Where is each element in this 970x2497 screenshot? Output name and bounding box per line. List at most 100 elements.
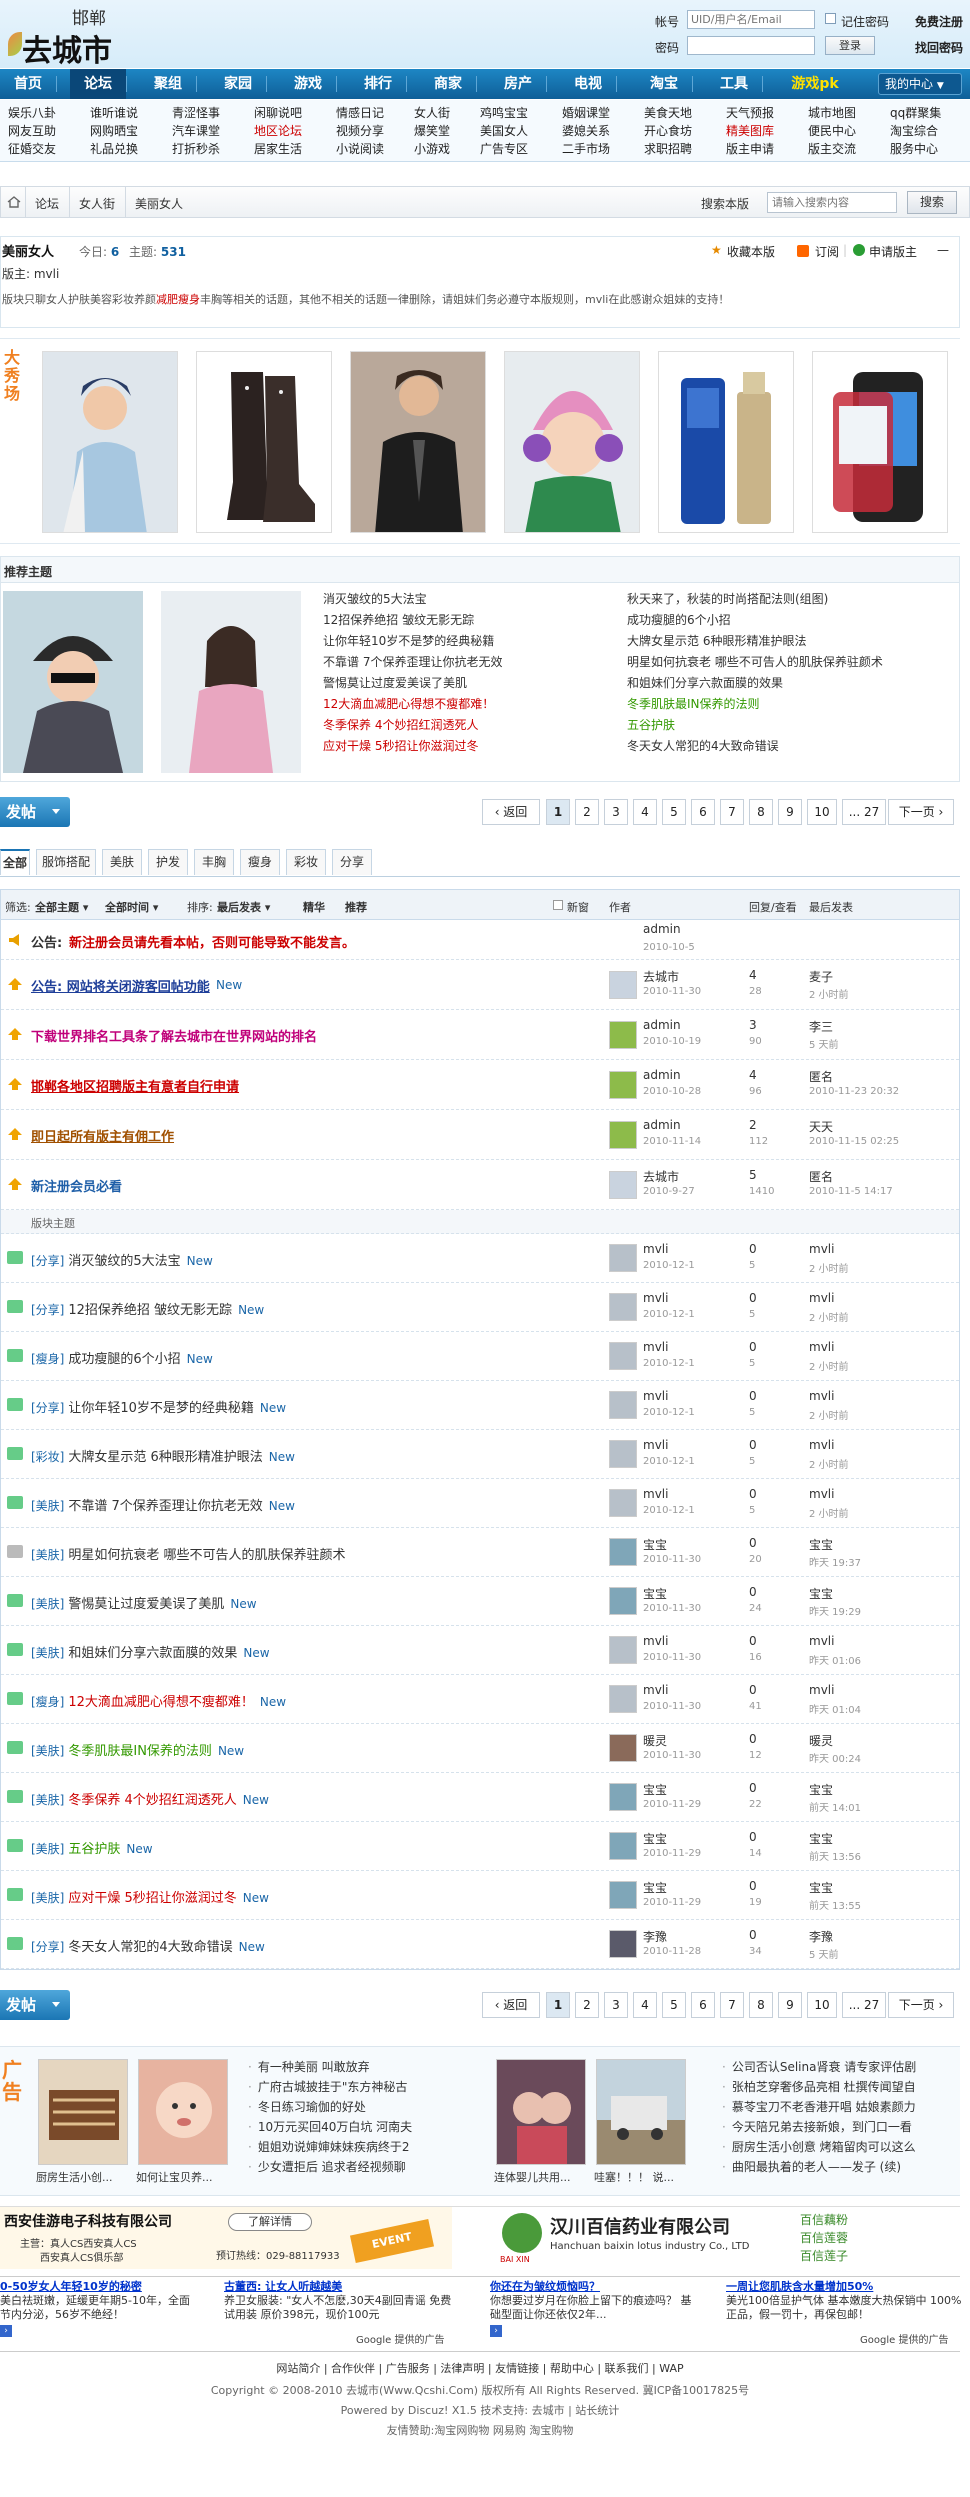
subnav-link[interactable]: 地区论坛 — [254, 122, 302, 140]
subnav-link[interactable]: 女人街 — [414, 104, 450, 122]
page-link[interactable]: 3 — [604, 1992, 628, 2018]
bottom-link[interactable]: · 公司否认Selina肾衰 请专家评估剧 — [722, 2057, 916, 2077]
thread-title[interactable]: 明星如何抗衰老 哪些不可告人的肌肤保养驻颜术 — [68, 1548, 345, 1563]
subnav-link[interactable]: 求职招聘 — [644, 140, 692, 158]
search-button[interactable]: 搜索 — [907, 191, 957, 214]
page-link[interactable]: 10 — [807, 1992, 837, 2018]
avatar[interactable] — [609, 1734, 637, 1762]
page-link[interactable]: 3 — [604, 799, 628, 825]
table-row[interactable]: [分享] 让你年轻10岁不是梦的经典秘籍 New mvli 2010-12-1 0 5 mvl… — [1, 1381, 959, 1430]
page-link[interactable]: 10 — [807, 799, 837, 825]
bottom-link-text[interactable]: 公司否认Selina肾衰 请专家评估剧 — [732, 2060, 916, 2074]
last-poster[interactable]: mvli — [809, 1438, 834, 1452]
subnav-link[interactable]: 二手市场 — [562, 140, 610, 158]
thread-title[interactable]: 即日起所有版主有佣工作 — [31, 1126, 174, 1145]
page-link[interactable]: 9 — [778, 1992, 802, 2018]
subnav-link[interactable]: 青涩怪事 — [172, 104, 220, 122]
bottom-link[interactable]: · 10万元买回40万白坑 河南夫 — [248, 2117, 412, 2137]
bottom-link-text[interactable]: 张柏芝穿奢侈品亮相 杜撰传闻望自 — [732, 2080, 916, 2094]
avatar[interactable] — [609, 1342, 637, 1370]
bottom-link[interactable]: · 慕苓宝刀不老香港开唱 姑娘素颜力 — [722, 2097, 916, 2117]
last-poster[interactable]: 宝宝 — [809, 1536, 833, 1553]
subnav-link[interactable]: 鸡鸣宝宝 — [480, 104, 528, 122]
subnav-link[interactable]: 汽车课堂 — [172, 122, 220, 140]
recommended-link[interactable]: 秋天来了，秋装的时尚搭配法则(组图) — [627, 589, 883, 610]
subnav-link[interactable]: 美食天地 — [644, 104, 692, 122]
recommended-link[interactable]: 12大滴血减肥心得想不瘦都难！ — [323, 694, 502, 715]
last-poster[interactable]: 宝宝 — [809, 1830, 833, 1847]
avatar[interactable] — [609, 1071, 637, 1099]
google-ad-credit[interactable]: Google 提供的广告 — [356, 2333, 444, 2348]
thread-category[interactable]: [美肤] — [31, 1744, 64, 1758]
subnav-link[interactable]: 城市地图 — [808, 104, 856, 122]
avatar[interactable] — [609, 1293, 637, 1321]
page-link[interactable]: 5 — [662, 799, 686, 825]
thread-category[interactable]: [分享] — [31, 1940, 64, 1954]
search-input[interactable] — [767, 192, 897, 213]
thread-title[interactable]: 下载世界排名工具条了解去城市在世界网站的排名 — [31, 1026, 317, 1045]
page-link[interactable]: 1 — [546, 1992, 570, 2018]
subnav-link[interactable]: 网友互助 — [8, 122, 56, 140]
category-tab[interactable]: 护发 — [148, 849, 188, 875]
sticky-thread-row[interactable]: 公告: 网站将关闭游客回帖功能 New 去城市 2010-11-30 4 28 麦子 2 小时… — [1, 960, 959, 1010]
thread-title[interactable]: 不靠谱 7个保养歪理让你抗老无效 — [68, 1499, 262, 1514]
thread-author[interactable]: mvli — [643, 1242, 668, 1256]
last-poster[interactable]: 天天 — [809, 1118, 833, 1135]
table-row[interactable]: [美肤] 冬季保养 4个妙招红润透死人 New 宝宝 2010-11-29 0 22 宝宝 前天… — [1, 1773, 959, 1822]
category-tab[interactable]: 美肤 — [102, 849, 142, 875]
category-tab[interactable]: 丰胸 — [194, 849, 234, 875]
new-post-button-bottom[interactable]: 发帖 — [0, 1990, 70, 2020]
collapse-button[interactable]: — — [937, 243, 949, 257]
bottom-photo[interactable] — [38, 2059, 128, 2165]
filter-topics-select[interactable]: 全部主题 ▾ — [35, 899, 88, 915]
last-poster[interactable]: 匿名 — [809, 1168, 833, 1185]
thread-author[interactable]: mvli — [643, 1291, 668, 1305]
sticky-thread-row[interactable]: 下载世界排名工具条了解去城市在世界网站的排名 admin 2010-10-19 3 90… — [1, 1010, 959, 1060]
table-row[interactable]: [彩妆] 大牌女星示范 6种眼形精准护眼法 New mvli 2010-12-1 0 5 mv… — [1, 1430, 959, 1479]
pager-prev[interactable]: ‹ 返回 — [482, 799, 540, 825]
thread-author[interactable]: mvli — [643, 1438, 668, 1452]
recommended-link[interactable]: 警惕莫让过度爱美误了美肌 — [323, 673, 502, 694]
page-link[interactable]: 4 — [633, 1992, 657, 2018]
thread-title[interactable]: 大牌女星示范 6种眼形精准护眼法 — [68, 1450, 262, 1465]
bottom-link-text[interactable]: 厨房生活小创意 烤箱留肉可以这么 — [732, 2140, 916, 2154]
google-ad-credit[interactable]: Google 提供的广告 — [860, 2333, 948, 2348]
bottom-link-text[interactable]: 广府古城披挂于"东方神秘古 — [258, 2080, 408, 2094]
subnav-link[interactable]: 网购晒宝 — [90, 122, 138, 140]
thread-author[interactable]: 李豫 — [643, 1928, 667, 1945]
last-poster[interactable]: 宝宝 — [809, 1781, 833, 1798]
nav-item-tv[interactable]: 电视 — [560, 69, 616, 99]
announcement-author[interactable]: admin — [643, 922, 681, 936]
thread-author[interactable]: 宝宝 — [643, 1830, 667, 1847]
avatar[interactable] — [609, 1783, 637, 1811]
recommended-link[interactable]: 消灭皱纹的5大法宝 — [323, 589, 502, 610]
thread-title[interactable]: 警惕莫让过度爱美误了美肌 — [68, 1597, 224, 1612]
sort-select[interactable]: 最后发表 ▾ — [217, 899, 270, 915]
subnav-link[interactable]: 打折秒杀 — [172, 140, 220, 158]
thread-category[interactable]: [美肤] — [31, 1499, 64, 1513]
thread-category[interactable]: [分享] — [31, 1254, 64, 1268]
thread-author[interactable]: admin — [643, 1068, 681, 1082]
thread-author[interactable]: admin — [643, 1118, 681, 1132]
thread-category[interactable]: [分享] — [31, 1303, 64, 1317]
subnav-link[interactable]: 视频分享 — [336, 122, 384, 140]
avatar[interactable] — [609, 1171, 637, 1199]
text-ad-title[interactable]: 你还在为皱纹烦恼吗？ — [490, 2279, 600, 2294]
subnav-link[interactable]: 娱乐八卦 — [8, 104, 56, 122]
subnav-link[interactable]: 便民中心 — [808, 122, 856, 140]
sticky-thread-row[interactable]: 即日起所有版主有佣工作 admin 2010-11-14 2 112 天天 2010-11-… — [1, 1110, 959, 1160]
nav-item-realestate[interactable]: 房产 — [490, 69, 546, 99]
site-logo[interactable]: 邯郸 去城市 — [6, 4, 146, 69]
nav-item-home[interactable]: 首页 — [0, 69, 56, 99]
last-poster[interactable]: mvli — [809, 1340, 834, 1354]
thread-category[interactable]: [美肤] — [31, 1548, 64, 1562]
subnav-link[interactable]: 版主交流 — [808, 140, 856, 158]
nav-item-taobao[interactable]: 淘宝 — [636, 69, 692, 99]
table-row[interactable]: [美肤] 和姐妹们分享六款面膜的效果 New mvli 2010-11-30 0 16 mvl… — [1, 1626, 959, 1675]
page-link[interactable]: 2 — [575, 799, 599, 825]
thread-title[interactable]: 和姐妹们分享六款面膜的效果 — [68, 1646, 237, 1661]
thread-author[interactable]: 暖灵 — [643, 1732, 667, 1749]
subnav-link[interactable]: 谁听谁说 — [90, 104, 138, 122]
forum-moderator[interactable]: 版主: mvli — [2, 265, 59, 282]
recommended-link[interactable]: 和姐妹们分享六款面膜的效果 — [627, 673, 883, 694]
